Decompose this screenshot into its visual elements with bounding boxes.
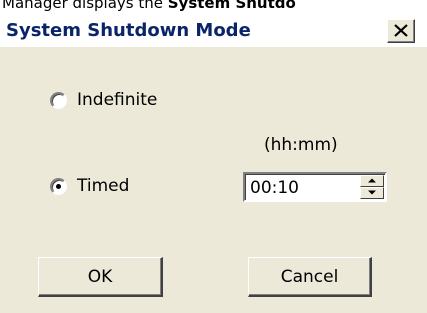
time-input[interactable]: 00:10 (250, 178, 299, 198)
timed-option[interactable]: Timed (50, 176, 129, 196)
radio-selected-dot (56, 183, 61, 189)
timed-label: Timed (77, 176, 130, 196)
background-text-prefix: Manager displays the (2, 0, 168, 12)
background-text-bold: System Shutdo (167, 0, 296, 12)
time-unit-label: (hh:mm) (264, 135, 338, 155)
dialog-title: System Shutdown Mode (6, 20, 251, 41)
spin-down-button[interactable] (360, 187, 384, 199)
timed-radio[interactable] (50, 177, 67, 195)
time-spinbox[interactable]: 00:10 (243, 172, 387, 202)
background-document-text: Manager displays the System Shutdo (0, 0, 427, 14)
indefinite-label: Indefinite (77, 90, 158, 110)
close-button[interactable] (387, 19, 415, 43)
spin-up-button[interactable] (360, 175, 384, 187)
close-icon (394, 24, 408, 37)
indefinite-option[interactable]: Indefinite (50, 90, 157, 110)
arrow-down-icon (368, 190, 376, 195)
ok-button[interactable]: OK (38, 257, 163, 297)
spin-buttons (360, 175, 384, 199)
dialog-titlebar: System Shutdown Mode (0, 13, 427, 47)
arrow-up-icon (368, 178, 376, 183)
indefinite-radio[interactable] (50, 91, 67, 109)
system-shutdown-mode-dialog: System Shutdown Mode Indefinite (hh:mm) … (0, 13, 427, 313)
cancel-button[interactable]: Cancel (248, 257, 372, 297)
